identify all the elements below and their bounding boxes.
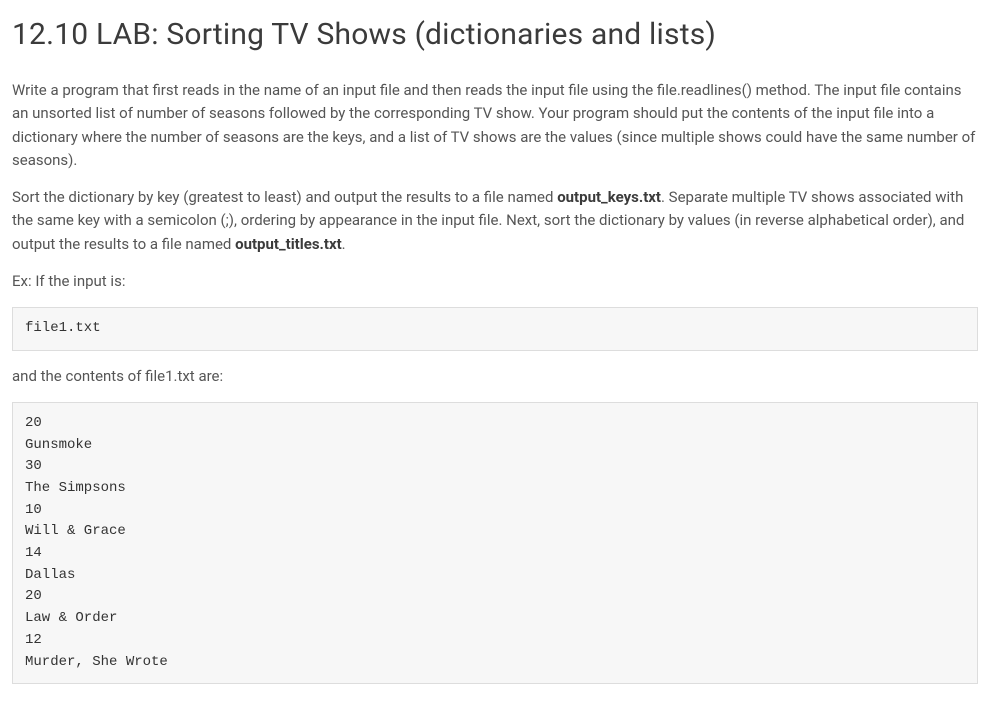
output-titles-filename: output_titles.txt [235, 235, 342, 253]
paragraph-example-label: Ex: If the input is: [12, 270, 978, 293]
paragraph-intro: Write a program that first reads in the … [12, 79, 978, 172]
paragraph-instructions: Sort the dictionary by key (greatest to … [12, 186, 978, 256]
output-keys-filename: output_keys.txt [557, 188, 661, 206]
code-input-filename: file1.txt [12, 307, 978, 351]
paragraph-file-contents-label: and the contents of file1.txt are: [12, 365, 978, 388]
text-segment: Sort the dictionary by key (greatest to … [12, 188, 557, 206]
page-title: 12.10 LAB: Sorting TV Shows (dictionarie… [12, 12, 978, 57]
code-file-contents: 20 Gunsmoke 30 The Simpsons 10 Will & Gr… [12, 402, 978, 684]
text-segment: . [342, 235, 346, 253]
